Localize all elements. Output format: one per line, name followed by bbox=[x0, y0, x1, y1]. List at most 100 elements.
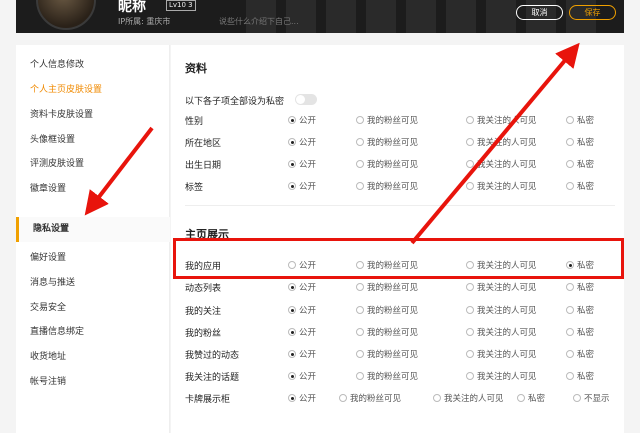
radio-option[interactable]: 我的粉丝可见 bbox=[356, 281, 418, 293]
radio-option[interactable]: 公开 bbox=[288, 136, 316, 148]
radio-option[interactable]: 公开 bbox=[288, 326, 316, 338]
radio-option[interactable]: 我关注的人可见 bbox=[466, 370, 537, 382]
sidebar-item-privacy[interactable]: 隐私设置 bbox=[16, 217, 170, 242]
sidebar-item-live-binding[interactable]: 直播信息绑定 bbox=[30, 324, 84, 337]
radio-unchecked-icon[interactable] bbox=[566, 182, 574, 190]
radio-option[interactable]: 公开 bbox=[288, 304, 316, 316]
radio-unchecked-icon[interactable] bbox=[466, 283, 474, 291]
radio-unchecked-icon[interactable] bbox=[466, 138, 474, 146]
radio-checked-icon[interactable] bbox=[288, 283, 296, 291]
sidebar-item-review-skin[interactable]: 评测皮肤设置 bbox=[30, 156, 84, 169]
radio-checked-icon[interactable] bbox=[288, 350, 296, 358]
radio-unchecked-icon[interactable] bbox=[356, 138, 364, 146]
radio-option[interactable]: 公开 bbox=[288, 392, 316, 404]
radio-unchecked-icon[interactable] bbox=[356, 116, 364, 124]
radio-checked-icon[interactable] bbox=[288, 328, 296, 336]
radio-option[interactable]: 公开 bbox=[288, 348, 316, 360]
radio-option[interactable]: 我的粉丝可见 bbox=[356, 180, 418, 192]
radio-unchecked-icon[interactable] bbox=[356, 350, 364, 358]
sidebar-item-card-skin[interactable]: 资料卡皮肤设置 bbox=[30, 107, 93, 120]
radio-unchecked-icon[interactable] bbox=[566, 372, 574, 380]
radio-unchecked-icon[interactable] bbox=[566, 283, 574, 291]
radio-option[interactable]: 私密 bbox=[566, 348, 594, 360]
radio-option[interactable]: 私密 bbox=[566, 114, 594, 126]
radio-unchecked-icon[interactable] bbox=[433, 394, 441, 402]
radio-option[interactable]: 公开 bbox=[288, 114, 316, 126]
radio-unchecked-icon[interactable] bbox=[356, 261, 364, 269]
radio-unchecked-icon[interactable] bbox=[356, 328, 364, 336]
radio-option[interactable]: 私密 bbox=[566, 136, 594, 148]
radio-option[interactable]: 我关注的人可见 bbox=[466, 180, 537, 192]
radio-checked-icon[interactable] bbox=[288, 116, 296, 124]
save-button[interactable]: 保存 bbox=[569, 5, 616, 20]
radio-option[interactable]: 公开 bbox=[288, 259, 316, 271]
radio-checked-icon[interactable] bbox=[288, 394, 296, 402]
radio-option[interactable]: 私密 bbox=[566, 158, 594, 170]
radio-unchecked-icon[interactable] bbox=[466, 372, 474, 380]
radio-option[interactable]: 私密 bbox=[566, 370, 594, 382]
sidebar-item-trade-security[interactable]: 交易安全 bbox=[30, 300, 66, 313]
radio-unchecked-icon[interactable] bbox=[339, 394, 347, 402]
radio-option[interactable]: 私密 bbox=[566, 281, 594, 293]
radio-option[interactable]: 我关注的人可见 bbox=[466, 259, 537, 271]
radio-unchecked-icon[interactable] bbox=[466, 182, 474, 190]
radio-checked-icon[interactable] bbox=[288, 138, 296, 146]
radio-option[interactable]: 我的粉丝可见 bbox=[356, 259, 418, 271]
avatar[interactable] bbox=[36, 0, 96, 30]
radio-option[interactable]: 私密 bbox=[566, 180, 594, 192]
radio-option[interactable]: 我关注的人可见 bbox=[466, 348, 537, 360]
radio-option[interactable]: 不显示 bbox=[573, 392, 610, 404]
radio-unchecked-icon[interactable] bbox=[356, 182, 364, 190]
radio-option[interactable]: 我的粉丝可见 bbox=[356, 370, 418, 382]
radio-unchecked-icon[interactable] bbox=[517, 394, 525, 402]
radio-checked-icon[interactable] bbox=[288, 372, 296, 380]
bio-input[interactable]: 说些什么介绍下自己... bbox=[219, 16, 299, 27]
sidebar-item-account-delete[interactable]: 帐号注销 bbox=[30, 374, 66, 387]
radio-option[interactable]: 公开 bbox=[288, 158, 316, 170]
radio-unchecked-icon[interactable] bbox=[356, 372, 364, 380]
radio-unchecked-icon[interactable] bbox=[466, 116, 474, 124]
radio-option[interactable]: 我的粉丝可见 bbox=[356, 326, 418, 338]
radio-option[interactable]: 我关注的人可见 bbox=[466, 136, 537, 148]
radio-unchecked-icon[interactable] bbox=[566, 350, 574, 358]
radio-unchecked-icon[interactable] bbox=[566, 116, 574, 124]
sidebar-item-notifications[interactable]: 消息与推送 bbox=[30, 275, 75, 288]
radio-option[interactable]: 我的粉丝可见 bbox=[356, 348, 418, 360]
radio-unchecked-icon[interactable] bbox=[566, 160, 574, 168]
radio-unchecked-icon[interactable] bbox=[466, 160, 474, 168]
radio-unchecked-icon[interactable] bbox=[356, 160, 364, 168]
radio-option[interactable]: 我关注的人可见 bbox=[466, 114, 537, 126]
radio-option[interactable]: 我的粉丝可见 bbox=[339, 392, 401, 404]
radio-unchecked-icon[interactable] bbox=[566, 138, 574, 146]
radio-option[interactable]: 我关注的人可见 bbox=[466, 326, 537, 338]
radio-option[interactable]: 私密 bbox=[517, 392, 545, 404]
radio-option[interactable]: 我的粉丝可见 bbox=[356, 114, 418, 126]
radio-option[interactable]: 我关注的人可见 bbox=[433, 392, 504, 404]
radio-option[interactable]: 私密 bbox=[566, 259, 594, 271]
radio-option[interactable]: 公开 bbox=[288, 370, 316, 382]
radio-unchecked-icon[interactable] bbox=[466, 328, 474, 336]
radio-unchecked-icon[interactable] bbox=[288, 261, 296, 269]
radio-option[interactable]: 我关注的人可见 bbox=[466, 304, 537, 316]
radio-unchecked-icon[interactable] bbox=[466, 261, 474, 269]
sidebar-item-avatar-frame[interactable]: 头像框设置 bbox=[30, 132, 75, 145]
radio-option[interactable]: 我关注的人可见 bbox=[466, 158, 537, 170]
sidebar-item-badge[interactable]: 徽章设置 bbox=[30, 181, 66, 194]
radio-unchecked-icon[interactable] bbox=[466, 350, 474, 358]
radio-checked-icon[interactable] bbox=[288, 182, 296, 190]
cancel-button[interactable]: 取消 bbox=[516, 5, 563, 20]
sidebar-item-profile-edit[interactable]: 个人信息修改 bbox=[30, 57, 84, 70]
sidebar-item-homepage-skin[interactable]: 个人主页皮肤设置 bbox=[30, 82, 102, 95]
sidebar-item-address[interactable]: 收货地址 bbox=[30, 349, 66, 362]
radio-unchecked-icon[interactable] bbox=[356, 306, 364, 314]
radio-checked-icon[interactable] bbox=[288, 306, 296, 314]
radio-option[interactable]: 私密 bbox=[566, 304, 594, 316]
radio-option[interactable]: 公开 bbox=[288, 180, 316, 192]
radio-unchecked-icon[interactable] bbox=[566, 306, 574, 314]
radio-option[interactable]: 我的粉丝可见 bbox=[356, 136, 418, 148]
sidebar-item-preferences[interactable]: 偏好设置 bbox=[30, 250, 66, 263]
radio-option[interactable]: 我关注的人可见 bbox=[466, 281, 537, 293]
radio-option[interactable]: 我的粉丝可见 bbox=[356, 158, 418, 170]
radio-unchecked-icon[interactable] bbox=[573, 394, 581, 402]
radio-checked-icon[interactable] bbox=[566, 261, 574, 269]
